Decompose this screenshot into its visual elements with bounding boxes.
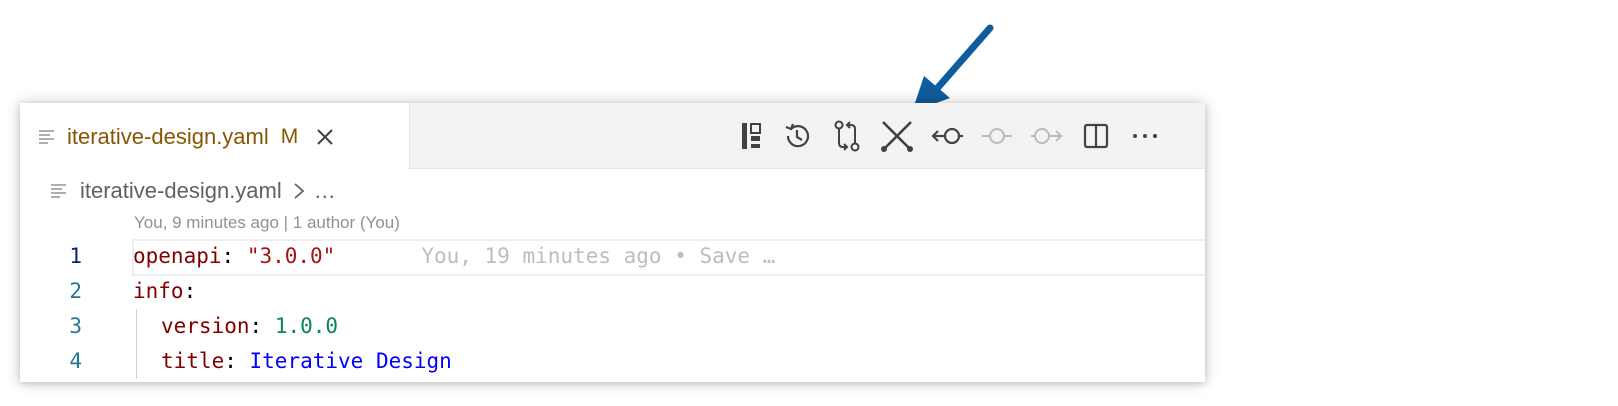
split-editor-icon[interactable] <box>1079 119 1113 153</box>
tab-title: iterative-design.yaml <box>67 123 269 149</box>
open-previous-revision-icon[interactable] <box>930 119 964 153</box>
inline-blame-text: You, 19 minutes ago • Save … <box>421 244 776 268</box>
codelens-authors[interactable]: You, 9 minutes ago | 1 author (You) <box>134 213 400 233</box>
file-history-icon[interactable] <box>780 119 814 153</box>
toggle-merge-icon[interactable] <box>880 119 914 153</box>
modified-badge: M <box>280 124 299 148</box>
yaml-colon: : <box>221 244 247 268</box>
yaml-key: version <box>161 314 250 338</box>
chevron-right-icon <box>294 183 305 199</box>
tab-bar: iterative-design.yaml M <box>20 103 1205 170</box>
editor-window: iterative-design.yaml M iterative-design… <box>20 103 1205 382</box>
code-text: openapi: "3.0.0" You, 19 minutes ago • Sa… <box>133 239 775 274</box>
code-text: info: <box>133 274 196 309</box>
line-number: 2 <box>69 279 82 303</box>
yaml-key: info <box>133 279 184 303</box>
code-text: title: Iterative Design <box>161 344 452 379</box>
code-line[interactable]: 3 version: 1.0.0 <box>20 309 1205 344</box>
code-line[interactable]: 2 info: <box>20 274 1205 309</box>
yaml-key: openapi <box>133 244 222 268</box>
close-icon[interactable] <box>314 126 336 148</box>
yaml-value: Iterative Design <box>249 349 452 373</box>
yaml-colon: : <box>249 314 275 338</box>
open-revision-icon[interactable] <box>980 119 1014 153</box>
code-text: version: 1.0.0 <box>161 309 338 344</box>
gitlens-inspect-icon[interactable] <box>735 119 769 153</box>
file-lines-icon <box>39 129 54 144</box>
breadcrumb: iterative-design.yaml … <box>20 169 1205 213</box>
line-number: 4 <box>69 349 82 373</box>
yaml-colon: : <box>224 349 250 373</box>
code-line[interactable]: 4 title: Iterative Design <box>20 344 1205 379</box>
breadcrumb-file[interactable]: iterative-design.yaml <box>80 178 282 204</box>
compare-changes-icon[interactable] <box>830 119 864 153</box>
more-actions-icon[interactable] <box>1128 119 1162 153</box>
open-next-revision-icon[interactable] <box>1030 119 1064 153</box>
yaml-string: "3.0.0" <box>246 244 336 268</box>
line-number: 1 <box>69 244 82 268</box>
tab-iterative-design[interactable]: iterative-design.yaml M <box>20 103 410 170</box>
yaml-colon: : <box>183 279 197 303</box>
inline-blame: You, 19 minutes ago • Save … <box>421 244 775 268</box>
yaml-number: 1.0.0 <box>274 314 339 338</box>
file-lines-icon <box>51 184 66 198</box>
code-line[interactable]: 1 openapi: "3.0.0" You, 19 minutes ago • … <box>20 239 1205 276</box>
yaml-key: title <box>161 349 225 373</box>
line-number: 3 <box>69 314 82 338</box>
breadcrumb-symbols[interactable]: … <box>314 178 336 204</box>
